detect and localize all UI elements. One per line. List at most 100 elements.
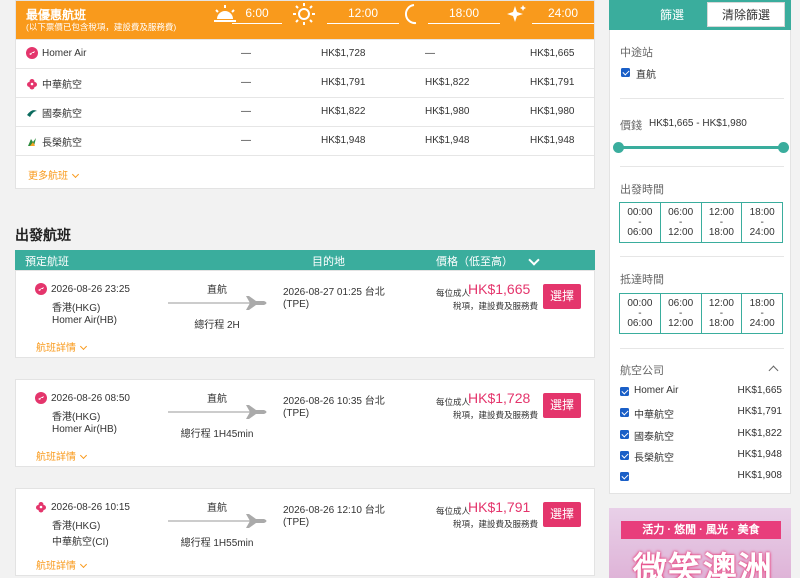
select-button[interactable]: 選擇 <box>543 502 581 527</box>
departure-section-title: 出發航班 <box>15 227 71 243</box>
price-cell[interactable]: HK$1,948 <box>321 135 365 146</box>
price-value: HK$1,665 <box>468 281 531 297</box>
price-cell[interactable]: — <box>425 48 435 59</box>
slot-end: 06:00 <box>627 318 653 329</box>
airline-filter-item[interactable]: 長榮航空 HK$1,948 <box>620 449 784 465</box>
price-cell[interactable]: — <box>241 48 251 59</box>
airline-filter-item[interactable]: HK$1,908 <box>620 470 784 486</box>
price-cell[interactable]: HK$1,948 <box>530 135 574 146</box>
airline-checkbox[interactable] <box>620 387 629 396</box>
flight-details-label: 航班詳情 <box>36 343 76 354</box>
price-cell[interactable]: HK$1,980 <box>530 106 574 117</box>
arrival-datetime: 2026-08-27 01:25 台北 <box>283 287 385 298</box>
price-slider-min-handle[interactable] <box>613 142 624 153</box>
departure-datetime: 2026-08-26 08:50 <box>51 392 130 404</box>
flight-details-link[interactable]: 航班詳情 <box>36 448 88 463</box>
stops-direct-checkbox[interactable] <box>621 68 630 77</box>
price-cell[interactable]: — <box>241 106 251 117</box>
best-row-homer-air[interactable]: Homer Air — HK$1,728 — HK$1,665 <box>16 39 594 68</box>
departure-city: 香港(HKG) <box>52 521 101 532</box>
flight-details-label: 航班詳情 <box>36 452 76 463</box>
best-flights-subtitle: (以下票價已包含稅項，建設費及服務費) <box>26 22 177 32</box>
macau-ad-banner[interactable]: 活力 · 悠閒 · 風光 · 美食 微笑澳洲 <box>609 508 791 578</box>
price-slider-max-handle[interactable] <box>778 142 789 153</box>
airline-filter-price: HK$1,665 <box>737 385 782 396</box>
duration: 總行程 1H55min <box>180 538 254 549</box>
homer-air-logo-icon <box>35 392 47 404</box>
arrive-slot-2[interactable]: 12:00-18:00 <box>702 294 743 333</box>
flight-details-label: 航班詳情 <box>36 561 76 572</box>
price-cell[interactable]: HK$1,791 <box>530 77 574 88</box>
sort-chevron-icon[interactable] <box>528 254 540 266</box>
airline-checkbox[interactable] <box>620 451 629 460</box>
depart-slot-1[interactable]: 06:00-12:00 <box>661 203 702 242</box>
price-cell[interactable]: HK$1,980 <box>425 106 469 117</box>
arrive-slot-3[interactable]: 18:00-24:00 <box>742 294 782 333</box>
clear-filters-button[interactable]: 清除篩選 <box>707 2 785 27</box>
flight-details-link[interactable]: 航班詳情 <box>36 339 88 354</box>
divider <box>620 348 784 349</box>
airline-cell: Homer Air <box>26 47 86 59</box>
select-button[interactable]: 選擇 <box>543 284 581 309</box>
arrive-slot-0[interactable]: 00:00-06:00 <box>620 294 661 333</box>
filter-header: 篩選 清除篩選 <box>609 0 791 30</box>
arrival-code: (TPE) <box>283 517 310 528</box>
flight-card[interactable]: 2026-08-26 08:50 香港(HKG) Homer Air(HB) 直… <box>15 379 595 467</box>
column-header-price[interactable]: 價格（低至高） <box>436 253 513 269</box>
price-cell[interactable]: HK$1,728 <box>321 48 365 59</box>
airline-checkbox[interactable] <box>620 408 629 417</box>
sparkle-icon <box>507 5 526 22</box>
airline-filter-price: HK$1,791 <box>737 406 782 417</box>
flight-details-link[interactable]: 航班詳情 <box>36 557 88 572</box>
price-title: 價錢 <box>620 120 642 132</box>
depart-time-title: 出發時間 <box>620 184 664 196</box>
slot-end: 18:00 <box>708 318 734 329</box>
price-cell[interactable]: HK$1,665 <box>530 48 574 59</box>
airline-checkbox[interactable] <box>620 472 629 481</box>
divider <box>620 166 784 167</box>
depart-slot-0[interactable]: 00:00-06:00 <box>620 203 661 242</box>
price-cell[interactable]: HK$1,791 <box>321 77 365 88</box>
price-per-adult-label: 每位成人 <box>436 506 471 516</box>
best-row-eva[interactable]: 長榮航空 — HK$1,948 HK$1,948 HK$1,948 <box>16 126 594 155</box>
airline-filter-price: HK$1,908 <box>737 470 782 481</box>
slot-end: 18:00 <box>708 227 734 238</box>
price-cell[interactable]: — <box>241 77 251 88</box>
stops-title: 中途站 <box>620 47 653 59</box>
divider <box>620 98 784 99</box>
arrival-code: (TPE) <box>283 408 310 419</box>
airline-filter-name: Homer Air <box>634 385 679 396</box>
depart-slot-2[interactable]: 12:00-18:00 <box>702 203 743 242</box>
best-row-china-airlines[interactable]: 中華航空 — HK$1,791 HK$1,822 HK$1,791 <box>16 68 594 97</box>
price-cell[interactable]: HK$1,948 <box>425 135 469 146</box>
results-table-header: 預定航班 目的地 價格（低至高） <box>15 250 595 270</box>
flight-card[interactable]: 2026-08-26 23:25 香港(HKG) Homer Air(HB) 直… <box>15 270 595 358</box>
more-flights-label: 更多航班 <box>28 171 68 182</box>
price-cell[interactable]: HK$1,822 <box>321 106 365 117</box>
airline-checkbox[interactable] <box>620 430 629 439</box>
flight-arrow-icon <box>168 405 267 419</box>
airline-filter-item[interactable]: 中華航空 HK$1,791 <box>620 406 784 422</box>
slot-end: 06:00 <box>627 227 653 238</box>
ad-tagline: 活力 · 悠閒 · 風光 · 美食 <box>621 521 781 539</box>
departure-info: 2026-08-26 10:15 <box>35 501 130 513</box>
airline-code: 中華航空(CI) <box>52 537 109 548</box>
best-row-cathay[interactable]: 國泰航空 — HK$1,822 HK$1,980 HK$1,980 <box>16 97 594 126</box>
price-cell[interactable]: — <box>241 135 251 146</box>
arrive-slot-1[interactable]: 06:00-12:00 <box>661 294 702 333</box>
cathay-pacific-logo-icon <box>27 109 37 117</box>
price-slider-track[interactable] <box>618 146 784 149</box>
flight-arrow-icon <box>168 296 267 310</box>
depart-slot-3[interactable]: 18:00-24:00 <box>742 203 782 242</box>
airline-filter-item[interactable]: 國泰航空 HK$1,822 <box>620 428 784 444</box>
china-airlines-logo-icon <box>27 78 37 89</box>
price-cell[interactable]: HK$1,822 <box>425 77 469 88</box>
price-per-adult-label: 每位成人 <box>436 288 471 298</box>
china-airlines-logo-icon <box>36 502 46 513</box>
select-button[interactable]: 選擇 <box>543 393 581 418</box>
airline-filter-item[interactable]: Homer Air HK$1,665 <box>620 385 784 401</box>
flight-card[interactable]: 2026-08-26 10:15 香港(HKG) 中華航空(CI) 直航 總行程… <box>15 488 595 576</box>
more-flights-link[interactable]: 更多航班 <box>28 167 80 182</box>
duration: 總行程 1H45min <box>180 429 254 440</box>
time-slot-label: 6:00 <box>232 6 282 24</box>
